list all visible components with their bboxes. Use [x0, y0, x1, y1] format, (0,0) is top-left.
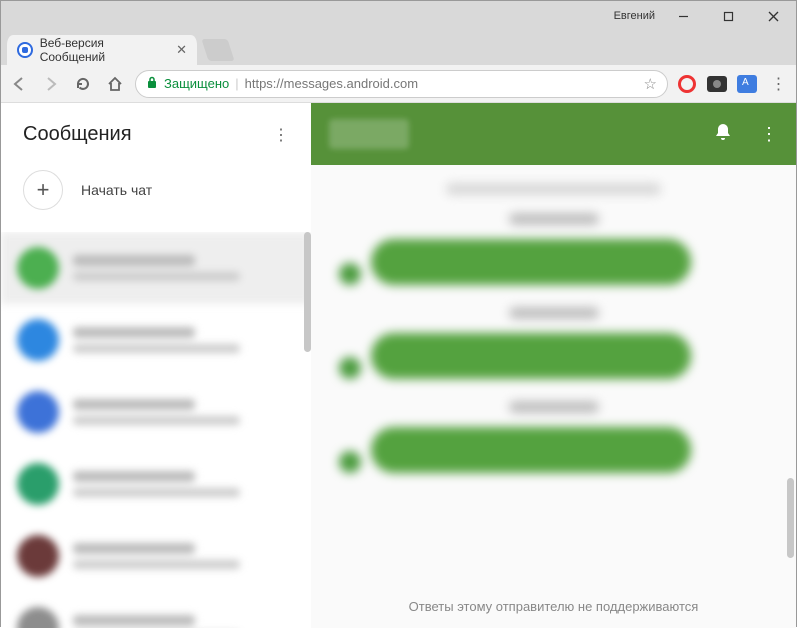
message-row — [339, 239, 768, 285]
camera-icon — [707, 76, 727, 92]
nav-forward-button[interactable] — [39, 72, 63, 96]
address-divider: | — [235, 76, 238, 91]
address-url: https://messages.android.com — [245, 76, 418, 91]
list-item[interactable] — [1, 520, 311, 592]
tab-favicon-icon — [17, 42, 33, 58]
chat-contact-name — [329, 119, 409, 149]
message-list — [311, 165, 796, 583]
browser-toolbar: Защищено | https://messages.android.com … — [1, 65, 796, 103]
conversation-list — [1, 232, 311, 628]
extension-screenshot-button[interactable] — [706, 73, 728, 95]
notifications-button[interactable] — [714, 122, 732, 147]
extension-opera-button[interactable] — [676, 73, 698, 95]
sidebar-title: Сообщения — [23, 123, 132, 146]
conversation-pane: ⋮ Ответы этому отправителю не поддержива… — [311, 103, 796, 628]
opera-icon — [678, 75, 696, 93]
kebab-icon: ⋮ — [771, 74, 786, 94]
window-minimize-button[interactable] — [661, 1, 706, 31]
avatar — [339, 263, 361, 285]
list-item[interactable] — [1, 448, 311, 520]
avatar — [17, 391, 59, 433]
browser-tabstrip: Веб-версия Сообщений ✕ — [1, 31, 796, 65]
close-icon — [768, 11, 779, 22]
arrow-left-icon — [10, 75, 28, 93]
arrow-right-icon — [42, 75, 60, 93]
minimize-icon — [678, 11, 689, 22]
sidebar-menu-button[interactable]: ⋮ — [273, 125, 289, 145]
message-bubble — [371, 427, 691, 473]
nav-home-button[interactable] — [103, 72, 127, 96]
message-row — [339, 333, 768, 379]
messages-app: Сообщения ⋮ + Начать чат ⋮ — [1, 103, 796, 628]
list-item[interactable] — [1, 304, 311, 376]
message-row — [339, 427, 768, 473]
avatar — [339, 451, 361, 473]
reload-icon — [74, 75, 92, 93]
list-item[interactable] — [1, 232, 311, 304]
browser-tab[interactable]: Веб-версия Сообщений ✕ — [7, 35, 197, 65]
nav-reload-button[interactable] — [71, 72, 95, 96]
tab-close-icon[interactable]: ✕ — [176, 42, 187, 58]
sidebar-scrollbar[interactable] — [304, 232, 311, 352]
plus-icon: + — [23, 170, 63, 210]
nav-back-button[interactable] — [7, 72, 31, 96]
window-maximize-button[interactable] — [706, 1, 751, 31]
chat-scrollbar[interactable] — [787, 478, 794, 558]
new-tab-button[interactable] — [201, 39, 234, 61]
extension-translate-button[interactable] — [736, 73, 758, 95]
tab-title: Веб-версия Сообщений — [40, 36, 169, 64]
avatar — [17, 247, 59, 289]
bell-icon — [714, 122, 732, 142]
avatar — [17, 607, 59, 628]
secure-label: Защищено — [164, 76, 229, 91]
new-chat-label: Начать чат — [81, 182, 152, 198]
avatar — [17, 463, 59, 505]
sidebar: Сообщения ⋮ + Начать чат — [1, 103, 311, 628]
bookmark-star-icon[interactable]: ☆ — [644, 75, 657, 93]
new-chat-button[interactable]: + Начать чат — [1, 160, 311, 232]
window-close-button[interactable] — [751, 1, 796, 31]
browser-menu-button[interactable]: ⋮ — [766, 72, 790, 96]
lock-icon — [146, 76, 158, 92]
translate-icon — [737, 75, 757, 93]
avatar — [17, 535, 59, 577]
maximize-icon — [723, 11, 734, 22]
list-item[interactable] — [1, 592, 311, 628]
chat-header: ⋮ — [311, 103, 796, 165]
chat-menu-button[interactable]: ⋮ — [760, 124, 778, 145]
avatar — [339, 357, 361, 379]
message-bubble — [371, 333, 691, 379]
list-item[interactable] — [1, 376, 311, 448]
avatar — [17, 319, 59, 361]
window-user-label: Евгений — [614, 10, 655, 22]
reply-unsupported-note: Ответы этому отправителю не поддерживают… — [311, 583, 796, 628]
sidebar-header: Сообщения ⋮ — [1, 103, 311, 160]
message-bubble — [371, 239, 691, 285]
address-bar[interactable]: Защищено | https://messages.android.com … — [135, 70, 668, 98]
window-titlebar: Евгений — [1, 1, 796, 31]
home-icon — [106, 75, 124, 93]
